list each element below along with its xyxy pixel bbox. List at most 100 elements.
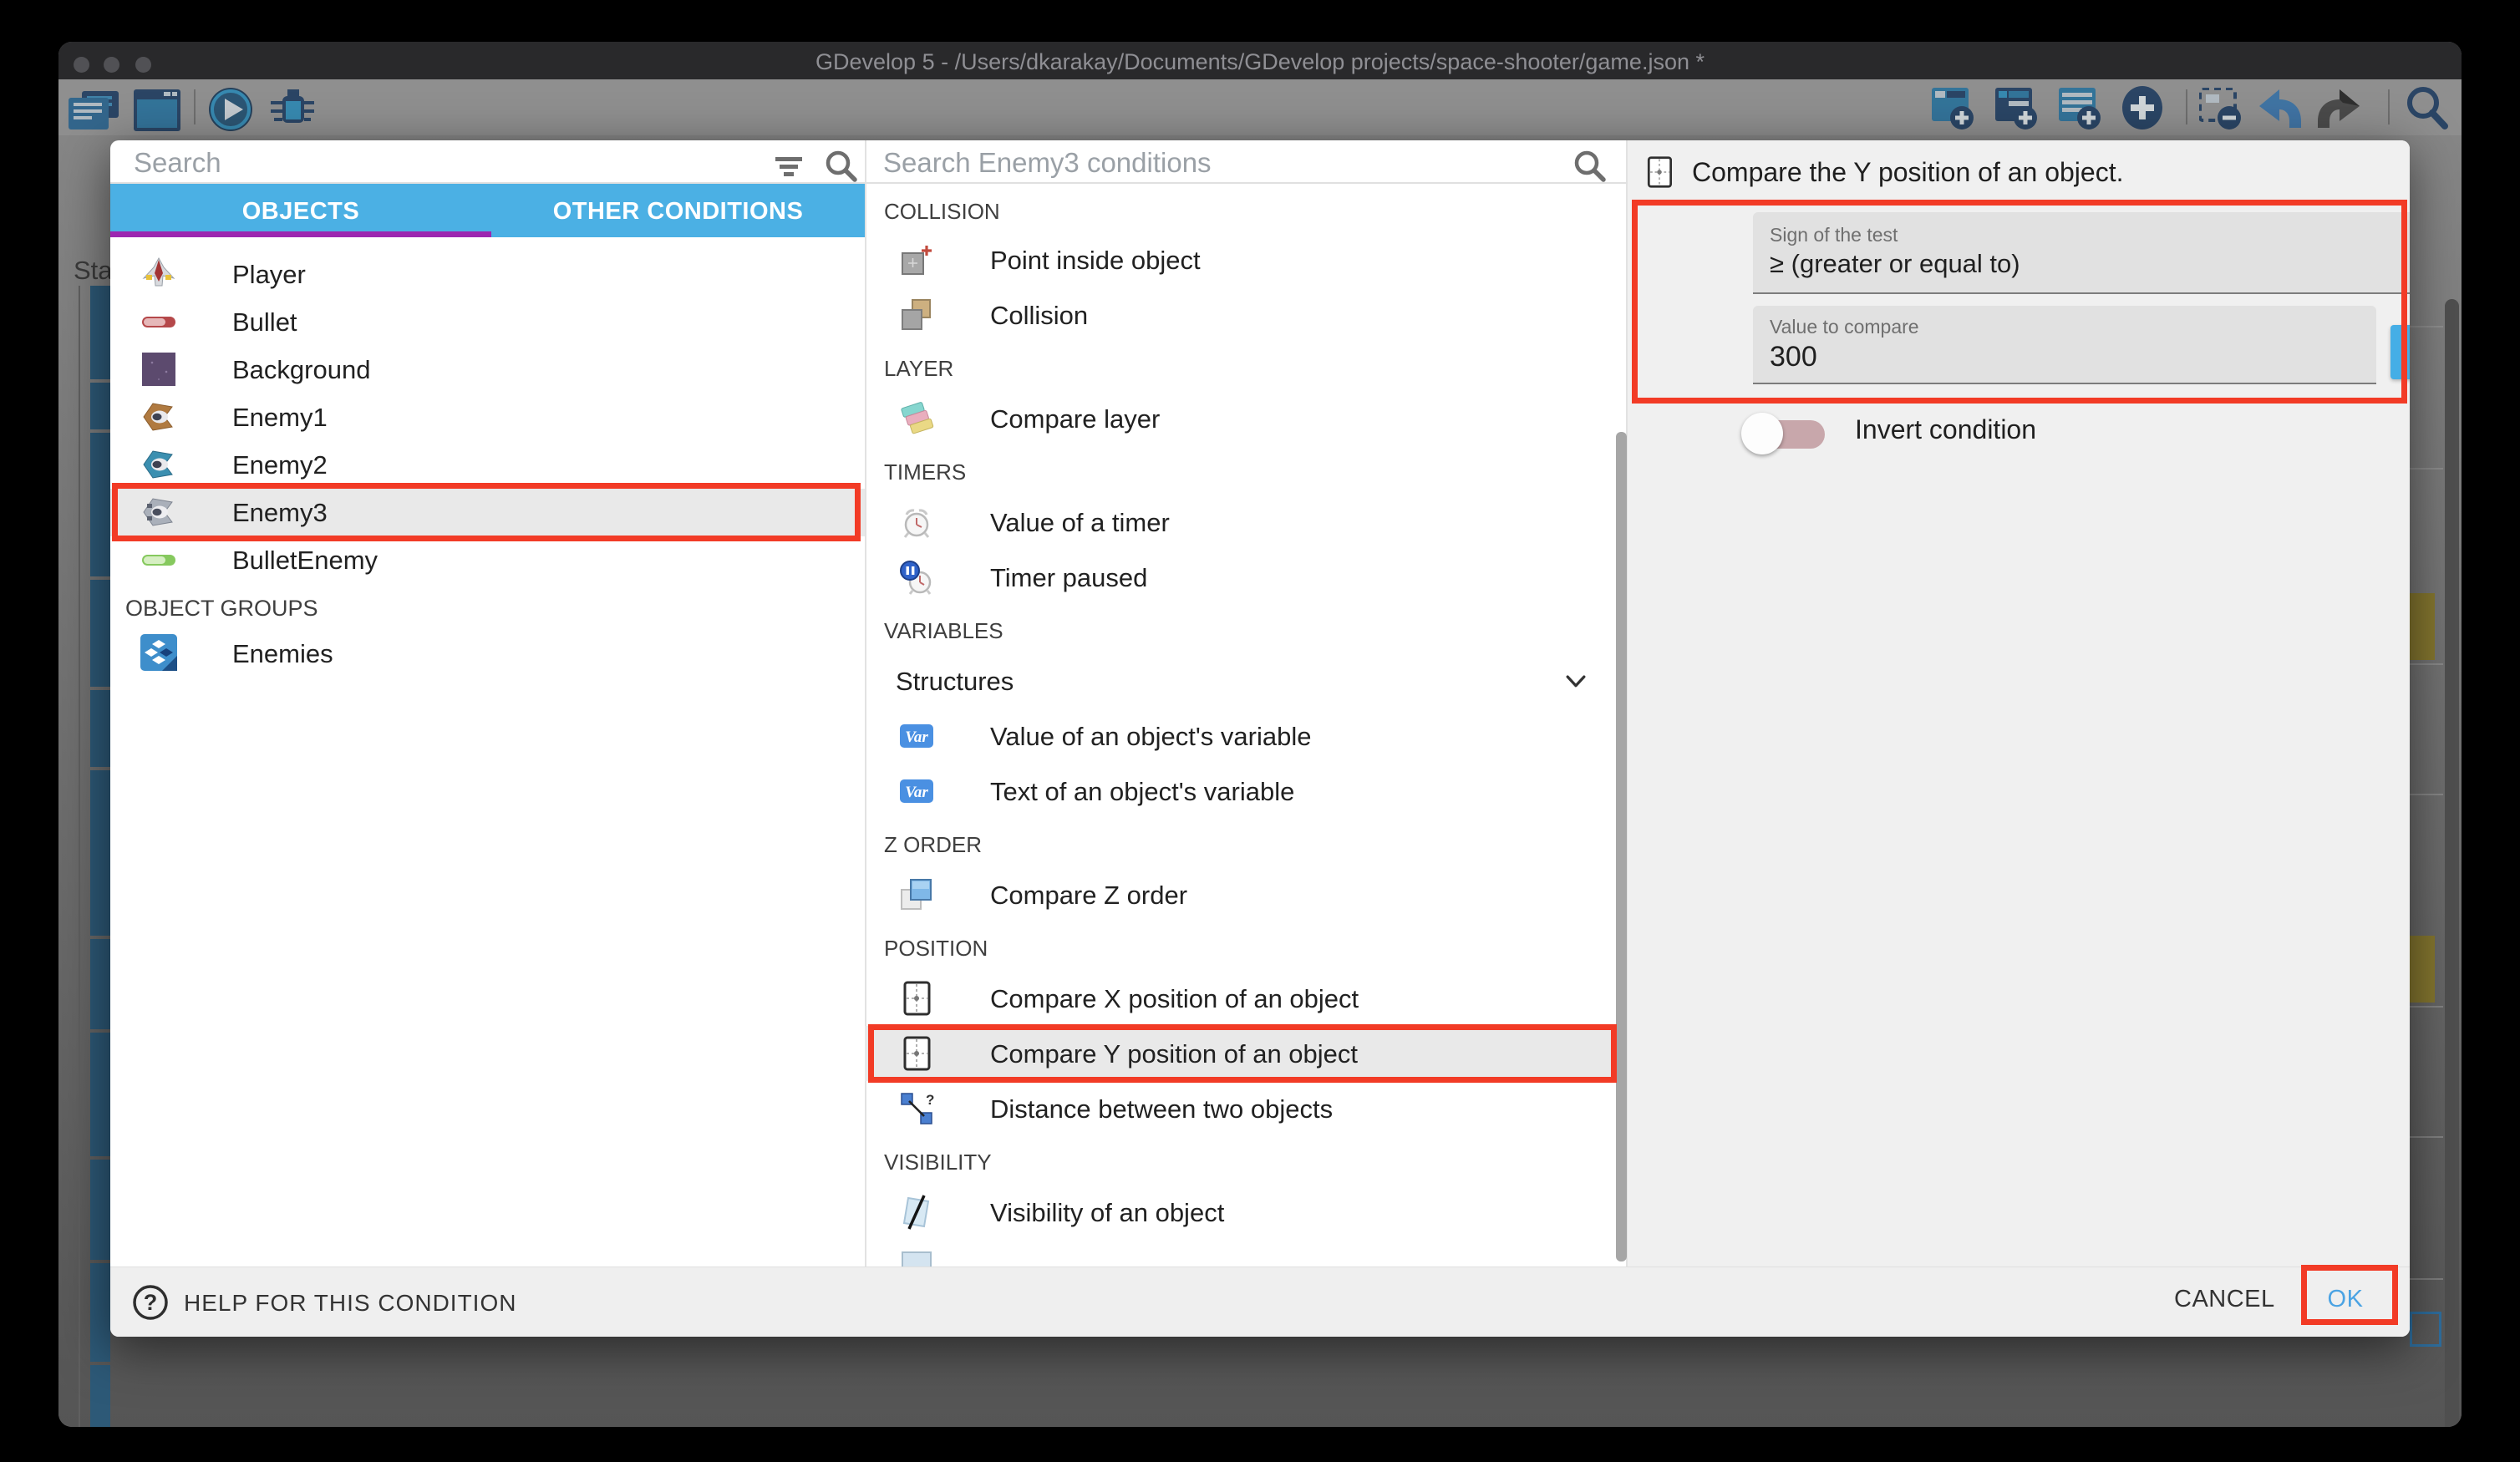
events-sheet-icon[interactable] bbox=[69, 91, 120, 129]
section-header: POSITION bbox=[884, 936, 1611, 962]
group-row-enemies[interactable]: Enemies bbox=[110, 627, 865, 678]
condition-row-variable-value[interactable]: Var Value of an object's variable bbox=[865, 708, 1616, 764]
object-label: Background bbox=[232, 355, 370, 385]
condition-label: Visibility of an object bbox=[990, 1198, 1224, 1228]
event-condition-cell bbox=[90, 383, 110, 429]
condition-row-timer-value[interactable]: Value of a timer bbox=[865, 495, 1616, 550]
condition-row-compare-x[interactable]: Compare X position of an object bbox=[865, 971, 1616, 1026]
events-row-divider bbox=[2410, 1006, 2443, 1008]
event-condition-cell bbox=[90, 1033, 110, 1156]
toolbar-divider bbox=[2186, 89, 2187, 124]
visibility-icon bbox=[898, 1194, 935, 1231]
main-toolbar bbox=[58, 79, 2462, 135]
add-circle-icon[interactable] bbox=[2119, 84, 2166, 131]
object-label: Bullet bbox=[232, 307, 297, 338]
screenshot-stage: GDevelop 5 - /Users/dkarakay/Documents/G… bbox=[0, 0, 2520, 1462]
events-row-divider bbox=[2410, 468, 2443, 470]
tab-objects[interactable]: OBJECTS bbox=[110, 184, 491, 237]
collision-icon bbox=[898, 297, 935, 333]
group-label: Enemies bbox=[232, 639, 333, 669]
condition-row-collision[interactable]: Collision bbox=[865, 287, 1616, 343]
invert-toggle-thumb[interactable] bbox=[1741, 413, 1783, 454]
add-comment-icon[interactable] bbox=[2059, 88, 2102, 129]
events-row-divider bbox=[2410, 1136, 2443, 1138]
left-panel-tabbar: OBJECTS OTHER CONDITIONS bbox=[110, 184, 865, 237]
point-inside-icon bbox=[898, 241, 935, 278]
object-row-bulletenemy[interactable]: BulletEnemy bbox=[110, 536, 865, 584]
condition-row-variable-text[interactable]: Var Text of an object's variable bbox=[865, 764, 1616, 819]
svg-text:Var: Var bbox=[905, 784, 928, 801]
position-grid-icon bbox=[898, 980, 935, 1017]
enemies-group-icon bbox=[140, 634, 177, 671]
condition-row-compare-z-order[interactable]: Compare Z order bbox=[865, 867, 1616, 922]
cancel-button[interactable]: CANCEL bbox=[2174, 1286, 2275, 1313]
condition-label: Collision bbox=[990, 301, 1088, 331]
active-tab-indicator bbox=[110, 231, 491, 237]
events-row-divider bbox=[2410, 663, 2443, 665]
condition-row-compare-layer[interactable]: Compare layer bbox=[865, 391, 1616, 446]
event-condition-cell bbox=[90, 770, 110, 936]
redo-icon[interactable] bbox=[2314, 88, 2363, 129]
object-label: Enemy2 bbox=[232, 450, 328, 480]
section-header: LAYER bbox=[884, 356, 1611, 382]
events-row-divider bbox=[2410, 1278, 2443, 1280]
debugger-icon[interactable] bbox=[269, 88, 316, 131]
dialog-footer: ? HELP FOR THIS CONDITION CANCEL OK bbox=[110, 1267, 2410, 1337]
condition-row-timer-paused[interactable]: Timer paused bbox=[865, 550, 1616, 605]
bullet-sprite-icon bbox=[140, 303, 177, 340]
play-icon[interactable] bbox=[207, 86, 254, 133]
condition-row-point-inside[interactable]: Point inside object bbox=[865, 232, 1616, 287]
event-condition-cell bbox=[90, 433, 110, 576]
window-title: GDevelop 5 - /Users/dkarakay/Documents/G… bbox=[58, 42, 2462, 79]
event-condition-cell bbox=[90, 690, 110, 767]
chevron-down-icon bbox=[1561, 666, 1591, 696]
undo-icon[interactable] bbox=[2256, 88, 2304, 129]
svg-text:?: ? bbox=[144, 1290, 158, 1315]
conditions-scrollbar[interactable] bbox=[1616, 432, 1627, 1261]
object-row-background[interactable]: Background bbox=[110, 346, 865, 393]
filter-icon[interactable] bbox=[770, 147, 807, 184]
object-row-enemy1[interactable]: Enemy1 bbox=[110, 393, 865, 441]
event-condition-cell bbox=[90, 1160, 110, 1260]
conditions-search-input[interactable]: Search Enemy3 conditions bbox=[883, 147, 1212, 179]
section-header: TIMERS bbox=[884, 459, 1611, 485]
condition-title: Compare the Y position of an object. bbox=[1692, 157, 2123, 188]
toolbar-search-icon[interactable] bbox=[2403, 84, 2450, 131]
object-row-bullet[interactable]: Bullet bbox=[110, 298, 865, 346]
object-row-enemy2[interactable]: Enemy2 bbox=[110, 441, 865, 489]
add-subevent-icon[interactable] bbox=[1995, 88, 2039, 129]
event-condition-cell bbox=[90, 580, 110, 687]
condition-label: Compare X position of an object bbox=[990, 984, 1359, 1014]
tab-other-conditions[interactable]: OTHER CONDITIONS bbox=[491, 184, 865, 237]
events-row-divider bbox=[2410, 326, 2443, 327]
layers-icon bbox=[898, 400, 935, 437]
annotation-box-enemy3 bbox=[112, 483, 861, 541]
remove-event-icon[interactable] bbox=[2199, 88, 2243, 129]
condition-row-distance[interactable]: ? Distance between two objects bbox=[865, 1081, 1616, 1136]
condition-label: Compare Z order bbox=[990, 881, 1187, 911]
condition-row-visibility[interactable]: Visibility of an object bbox=[865, 1185, 1616, 1240]
expander-row-structures[interactable]: Structures bbox=[865, 653, 1616, 708]
events-scrollbar[interactable] bbox=[2445, 299, 2459, 1427]
toolbar-divider bbox=[194, 89, 196, 124]
annotation-box-fields bbox=[1632, 200, 2407, 404]
bulletenemy-sprite-icon bbox=[140, 541, 177, 578]
add-event-icon[interactable] bbox=[1932, 88, 1975, 129]
search-icon bbox=[822, 147, 859, 184]
condition-label: Timer paused bbox=[990, 563, 1147, 593]
event-condition-cell bbox=[90, 1263, 110, 1362]
background-sprite-icon bbox=[140, 351, 177, 388]
condition-label: Compare layer bbox=[990, 404, 1160, 434]
selected-event-outline bbox=[2410, 1312, 2441, 1347]
invert-condition-label: Invert condition bbox=[1855, 414, 2036, 445]
object-label: Enemy1 bbox=[232, 403, 328, 433]
objects-search-input[interactable]: Search bbox=[134, 147, 221, 179]
section-header: VISIBILITY bbox=[884, 1150, 1611, 1175]
event-condition-cell bbox=[90, 1365, 110, 1427]
condition-label: Distance between two objects bbox=[990, 1094, 1333, 1124]
object-groups-header: OBJECT GROUPS bbox=[125, 596, 318, 622]
scene-editor-icon[interactable] bbox=[134, 89, 180, 131]
object-row-player[interactable]: Player bbox=[110, 251, 865, 298]
variable-icon: Var bbox=[898, 773, 935, 810]
position-grid-icon bbox=[1642, 155, 1677, 189]
